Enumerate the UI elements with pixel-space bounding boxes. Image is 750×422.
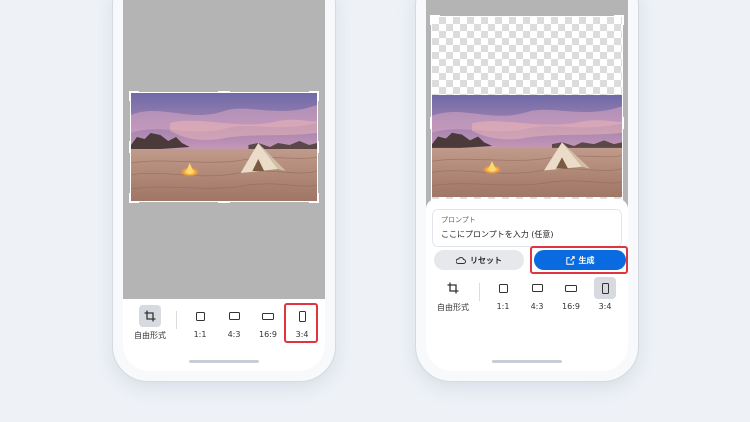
- aspect-options: 自由形式 1:1 4:3 16:9 3:4: [123, 303, 325, 345]
- aspect-1-1-button[interactable]: 1:1: [486, 277, 520, 317]
- prompt-field[interactable]: プロンプト ここにプロンプトを入力 (任意): [432, 209, 622, 247]
- aspect-4-3-button[interactable]: 4:3: [520, 277, 554, 317]
- prompt-label: プロンプト: [441, 216, 476, 224]
- crop-handle-bottom-right[interactable]: [309, 193, 319, 203]
- phone-mockup-left: 自由形式 1:1 4:3 16:9 3:4: [112, 0, 336, 382]
- aspect-1-1-button[interactable]: 1:1: [183, 305, 217, 345]
- reset-label: リセット: [470, 255, 502, 265]
- aspect-1-1-label: 1:1: [193, 330, 207, 339]
- aspect-options: 自由形式 1:1 4:3 16:9 3:4: [426, 277, 628, 317]
- aspect-4-3-button[interactable]: 4:3: [217, 305, 251, 345]
- crop-handle-right[interactable]: [622, 117, 624, 129]
- toolbar-divider: [479, 283, 480, 301]
- aspect-3-4-label: 3:4: [598, 302, 612, 311]
- aspect-free-button[interactable]: 自由形式: [436, 277, 470, 317]
- crop-handle-right[interactable]: [317, 141, 319, 153]
- crop-handle-left[interactable]: [430, 117, 432, 129]
- highlight-box-3-4: [284, 303, 318, 343]
- toolbar-divider: [176, 311, 177, 329]
- crop-frame[interactable]: [430, 15, 624, 231]
- landscape-rect-icon: [526, 277, 548, 299]
- aspect-16-9-button[interactable]: 16:9: [554, 277, 588, 317]
- aspect-free-label: 自由形式: [134, 331, 166, 340]
- aspect-free-label: 自由形式: [437, 303, 469, 312]
- crop-handle-top-right[interactable]: [309, 91, 319, 101]
- landscape-rect-icon: [223, 305, 245, 327]
- crop-handle-top-left[interactable]: [430, 15, 440, 25]
- crop-handle-top[interactable]: [218, 91, 230, 93]
- crop-screen: 自由形式 1:1 4:3 16:9 3:4: [123, 0, 325, 371]
- portrait-rect-icon: [594, 277, 616, 299]
- home-indicator: [492, 360, 562, 363]
- aspect-4-3-label: 4:3: [530, 302, 544, 311]
- generate-panel: プロンプト ここにプロンプトを入力 (任意) リセット 生成 自由形式 1:1 …: [426, 199, 628, 371]
- crop-handle-top-left[interactable]: [129, 91, 139, 101]
- highlight-box-generate: [530, 246, 628, 274]
- reset-icon: [456, 256, 466, 264]
- prompt-input[interactable]: ここにプロンプトを入力 (任意): [441, 229, 554, 240]
- crop-icon: [139, 305, 161, 327]
- aspect-3-4-button[interactable]: 3:4: [588, 277, 622, 317]
- aspect-16-9-label: 16:9: [562, 302, 580, 311]
- square-icon: [189, 305, 211, 327]
- crop-handle-bottom-left[interactable]: [129, 193, 139, 203]
- crop-icon: [442, 277, 464, 299]
- aspect-16-9-label: 16:9: [259, 330, 277, 339]
- aspect-free-button[interactable]: 自由形式: [133, 305, 167, 345]
- crop-frame[interactable]: [129, 91, 319, 203]
- crop-handle-top-right[interactable]: [614, 15, 624, 25]
- home-indicator: [189, 360, 259, 363]
- crop-handle-bottom[interactable]: [218, 201, 230, 203]
- aspect-toolbar: 自由形式 1:1 4:3 16:9 3:4: [123, 299, 325, 371]
- aspect-1-1-label: 1:1: [496, 302, 510, 311]
- wide-rect-icon: [257, 305, 279, 327]
- aspect-16-9-button[interactable]: 16:9: [251, 305, 285, 345]
- crop-handle-left[interactable]: [129, 141, 131, 153]
- square-icon: [492, 277, 514, 299]
- reset-button[interactable]: リセット: [434, 250, 524, 270]
- aspect-4-3-label: 4:3: [227, 330, 241, 339]
- generate-screen: プロンプト ここにプロンプトを入力 (任意) リセット 生成 自由形式 1:1 …: [426, 0, 628, 371]
- phone-mockup-right: プロンプト ここにプロンプトを入力 (任意) リセット 生成 自由形式 1:1 …: [415, 0, 639, 382]
- wide-rect-icon: [560, 277, 582, 299]
